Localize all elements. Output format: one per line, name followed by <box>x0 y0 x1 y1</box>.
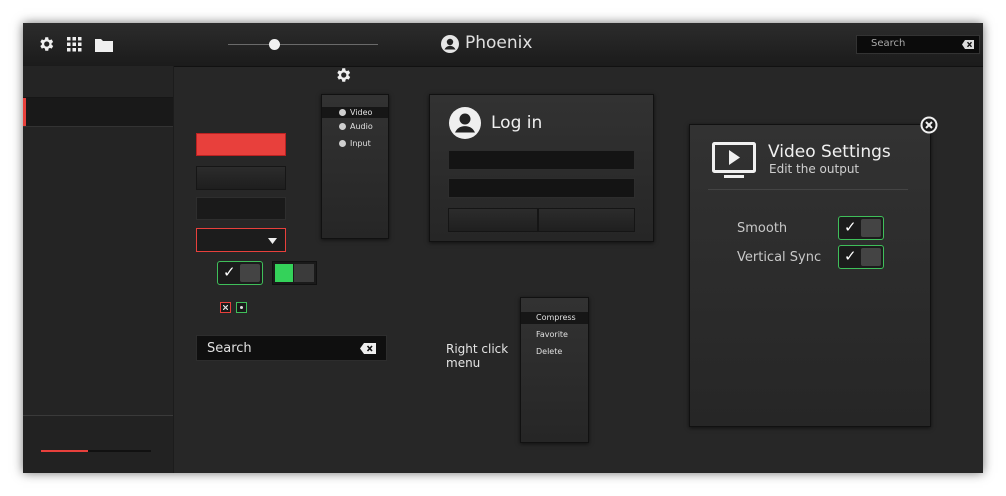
folder-icon[interactable] <box>95 37 113 52</box>
active-indicator <box>23 98 26 126</box>
check-icon: ✓ <box>844 247 857 265</box>
close-icon[interactable] <box>920 116 938 134</box>
user-avatar-icon <box>449 107 481 139</box>
user-icon <box>441 35 459 53</box>
video-settings-title: Video Settings <box>768 142 891 162</box>
grid-icon[interactable] <box>67 37 82 52</box>
clear-search-icon[interactable] <box>360 343 376 354</box>
context-menu: Compress Favorite Delete <box>520 297 589 443</box>
volume-slider-handle[interactable] <box>269 39 280 50</box>
search-input[interactable]: Search <box>196 335 387 361</box>
smooth-label: Smooth <box>737 221 788 236</box>
login-button-left[interactable] <box>448 208 538 232</box>
menu-bullet <box>339 123 346 130</box>
username-field[interactable] <box>448 150 635 170</box>
menu-bullet <box>339 140 346 147</box>
login-title: Log in <box>491 113 543 133</box>
right-click-label: Right click menu <box>446 342 509 370</box>
primary-button[interactable] <box>196 133 286 156</box>
check-icon: ✓ <box>223 263 236 281</box>
smooth-toggle[interactable]: ✓ <box>838 216 884 240</box>
app-title: Phoenix <box>465 33 533 53</box>
menu-item-video[interactable]: Video <box>350 108 372 117</box>
login-panel: Log in <box>429 94 654 242</box>
check-icon: ✓ <box>844 218 857 236</box>
settings-dropdown-menu: Video Audio Input <box>321 94 389 239</box>
menu-bullet <box>339 109 346 116</box>
toggle-knob <box>240 264 260 282</box>
sidebar <box>23 66 174 473</box>
context-item-favorite[interactable]: Favorite <box>536 330 568 339</box>
text-input[interactable] <box>196 197 286 220</box>
small-close-button[interactable] <box>220 302 231 313</box>
menu-item-input[interactable]: Input <box>350 139 371 148</box>
app-window: Phoenix Search ✓ Search Video Audio Inpu… <box>23 23 983 473</box>
switch-toggle-on[interactable] <box>272 261 317 285</box>
menu-item-audio[interactable]: Audio <box>350 122 373 131</box>
small-radio-button[interactable] <box>236 302 247 313</box>
switch-knob <box>294 264 314 282</box>
password-field[interactable] <box>448 178 635 198</box>
settings-gear-icon[interactable] <box>334 66 352 84</box>
switch-on-fill <box>275 264 293 282</box>
context-item-delete[interactable]: Delete <box>536 347 562 356</box>
dropdown-select[interactable] <box>196 228 286 252</box>
progress-fill <box>41 450 88 452</box>
monitor-play-icon <box>712 142 756 178</box>
sidebar-footer <box>23 415 173 473</box>
video-settings-panel: Video Settings Edit the output Smooth ✓ … <box>689 124 931 427</box>
search-placeholder: Search <box>207 341 252 356</box>
chevron-down-icon <box>268 238 277 244</box>
toggle-knob <box>861 219 881 237</box>
login-button-right[interactable] <box>538 208 635 232</box>
top-bar: Phoenix Search <box>23 23 983 67</box>
header-search-placeholder: Search <box>871 38 906 49</box>
backspace-icon[interactable] <box>962 40 974 49</box>
toggle-knob <box>861 248 881 266</box>
radio-dot <box>240 306 243 309</box>
divider <box>708 189 908 190</box>
volume-slider-track[interactable] <box>228 44 378 45</box>
gear-icon[interactable] <box>37 35 55 53</box>
secondary-button[interactable] <box>196 166 286 190</box>
vsync-toggle[interactable]: ✓ <box>838 245 884 269</box>
header-search-input[interactable]: Search <box>856 35 980 54</box>
sidebar-item-active[interactable] <box>23 97 173 127</box>
video-settings-subtitle: Edit the output <box>769 162 860 176</box>
close-icon <box>223 305 228 310</box>
context-item-compress[interactable]: Compress <box>536 313 576 322</box>
vsync-label: Vertical Sync <box>737 250 822 265</box>
checkbox-toggle-on[interactable]: ✓ <box>217 261 263 285</box>
